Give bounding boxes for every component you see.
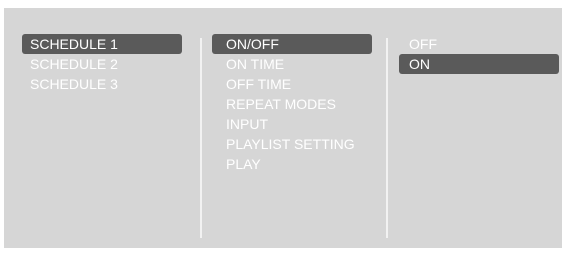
option-off[interactable]: OFF bbox=[399, 34, 559, 54]
setting-playlist[interactable]: PLAYLIST SETTING bbox=[212, 134, 372, 154]
setting-on-off[interactable]: ON/OFF bbox=[212, 34, 372, 54]
osd-schedule-menu: SCHEDULE 1 SCHEDULE 2 SCHEDULE 3 ON/OFF … bbox=[4, 8, 562, 248]
schedule-list: SCHEDULE 1 SCHEDULE 2 SCHEDULE 3 bbox=[22, 34, 182, 94]
schedule-item-1[interactable]: SCHEDULE 1 bbox=[22, 34, 182, 54]
on-off-options-list: OFF ON bbox=[399, 34, 559, 74]
screen: SCHEDULE 1 SCHEDULE 2 SCHEDULE 3 ON/OFF … bbox=[0, 0, 568, 254]
setting-off-time[interactable]: OFF TIME bbox=[212, 74, 372, 94]
setting-on-time[interactable]: ON TIME bbox=[212, 54, 372, 74]
column-divider-right bbox=[386, 38, 388, 238]
option-on[interactable]: ON bbox=[399, 54, 559, 74]
schedule-item-2[interactable]: SCHEDULE 2 bbox=[22, 54, 182, 74]
setting-input[interactable]: INPUT bbox=[212, 114, 372, 134]
setting-play[interactable]: PLAY bbox=[212, 154, 372, 174]
schedule-settings-list: ON/OFF ON TIME OFF TIME REPEAT MODES INP… bbox=[212, 34, 372, 174]
column-divider-left bbox=[200, 38, 202, 238]
schedule-item-3[interactable]: SCHEDULE 3 bbox=[22, 74, 182, 94]
setting-repeat-modes[interactable]: REPEAT MODES bbox=[212, 94, 372, 114]
